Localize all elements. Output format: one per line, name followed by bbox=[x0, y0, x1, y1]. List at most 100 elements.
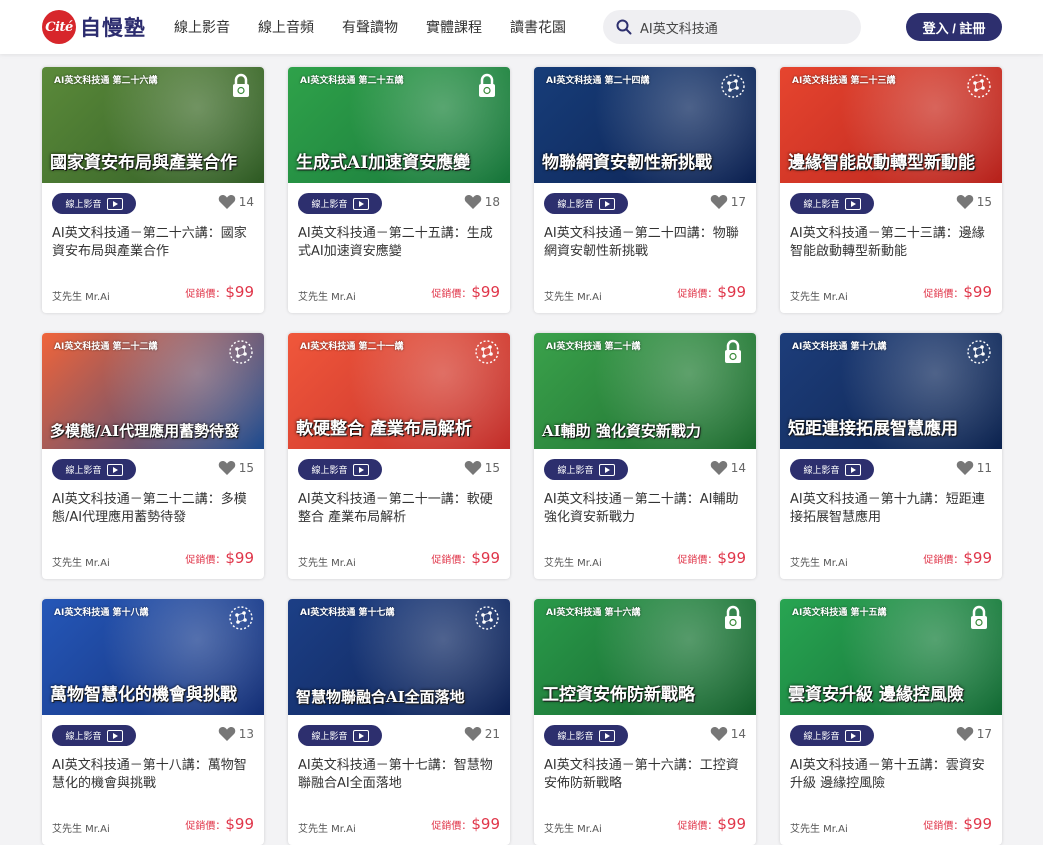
course-title[interactable]: AI英文科技通－第二十一講：軟硬整合 產業布局解析 bbox=[298, 491, 500, 527]
course-author: 艾先生 Mr.Ai bbox=[544, 824, 602, 835]
heart-icon[interactable] bbox=[464, 460, 482, 476]
course-grid: AI英文科技通 第二十六講 國家資安布局與產業合作 線上影音 14 AI英文科技… bbox=[42, 67, 1004, 845]
like-count-number: 15 bbox=[484, 461, 500, 475]
course-title[interactable]: AI英文科技通－第十九講：短距連接拓展智慧應用 bbox=[790, 491, 992, 527]
thumbnail-headline: 萬物智慧化的機會與挑戰 bbox=[50, 685, 237, 706]
heart-icon[interactable] bbox=[218, 460, 236, 476]
like-count[interactable]: 14 bbox=[710, 726, 746, 742]
course-card[interactable]: AI英文科技通 第二十五講 生成式AI加速資安應變 線上影音 18 AI英文科技… bbox=[288, 67, 510, 313]
course-title[interactable]: AI英文科技通－第二十講：AI輔助 強化資安新戰力 bbox=[544, 491, 746, 527]
thumbnail-series-label: AI英文科技通 第十六講 bbox=[546, 608, 641, 618]
thumbnail-headline: AI輔助 強化資安新戰力 bbox=[542, 421, 701, 440]
video-icon bbox=[844, 729, 861, 742]
like-count[interactable]: 17 bbox=[710, 194, 746, 210]
media-type-tag: 線上影音 bbox=[52, 193, 136, 214]
course-title[interactable]: AI英文科技通－第二十六講：國家資安布局與產業合作 bbox=[52, 225, 254, 261]
course-thumbnail[interactable]: AI英文科技通 第二十四講 物聯網資安韌性新挑戰 bbox=[534, 67, 756, 183]
like-count-number: 11 bbox=[976, 461, 992, 475]
video-icon bbox=[106, 729, 123, 742]
course-thumbnail[interactable]: AI英文科技通 第二十講 AI輔助 強化資安新戰力 bbox=[534, 333, 756, 449]
course-title[interactable]: AI英文科技通－第十八講：萬物智慧化的機會與挑戰 bbox=[52, 757, 254, 793]
course-title[interactable]: AI英文科技通－第二十五講：生成式AI加速資安應變 bbox=[298, 225, 500, 261]
like-count[interactable]: 13 bbox=[218, 726, 254, 742]
nav-item-video[interactable]: 線上影音 bbox=[174, 17, 230, 37]
search-icon[interactable] bbox=[616, 19, 632, 35]
course-card[interactable]: AI英文科技通 第十七講 智慧物聯融合AI全面落地 線上影音 21 AI英文科技… bbox=[288, 599, 510, 845]
like-count[interactable]: 11 bbox=[956, 460, 992, 476]
heart-icon[interactable] bbox=[218, 726, 236, 742]
course-card[interactable]: AI英文科技通 第十八講 萬物智慧化的機會與挑戰 線上影音 13 AI英文科技通… bbox=[42, 599, 264, 845]
site-logo[interactable]: Cité 自慢塾 bbox=[42, 10, 146, 44]
thumbnail-series-label: AI英文科技通 第二十六講 bbox=[54, 76, 158, 86]
course-price: 促銷價：$99 bbox=[185, 283, 254, 301]
site-header: Cité 自慢塾 線上影音 線上音頻 有聲讀物 實體課程 讀書花園 登入 / 註… bbox=[0, 0, 1043, 54]
nav-item-reading-garden[interactable]: 讀書花園 bbox=[510, 17, 566, 37]
nav-item-course[interactable]: 實體課程 bbox=[426, 17, 482, 37]
course-title[interactable]: AI英文科技通－第二十二講：多模態/AI代理應用蓄勢待發 bbox=[52, 491, 254, 527]
course-thumbnail[interactable]: AI英文科技通 第十六講 工控資安佈防新戰略 bbox=[534, 599, 756, 715]
heart-icon[interactable] bbox=[956, 726, 974, 742]
like-count[interactable]: 14 bbox=[218, 194, 254, 210]
course-thumbnail[interactable]: AI英文科技通 第二十六講 國家資安布局與產業合作 bbox=[42, 67, 264, 183]
lock-fingerprint-icon bbox=[233, 73, 249, 97]
course-title[interactable]: AI英文科技通－第十五講：雲資安升級 邊緣控風險 bbox=[790, 757, 992, 793]
media-type-label: 線上影音 bbox=[557, 466, 594, 476]
heart-icon[interactable] bbox=[218, 194, 236, 210]
like-count[interactable]: 15 bbox=[464, 460, 500, 476]
course-title[interactable]: AI英文科技通－第十七講：智慧物聯融合AI全面落地 bbox=[298, 757, 500, 793]
course-card[interactable]: AI英文科技通 第十九講 短距連接拓展智慧應用 線上影音 11 AI英文科技通－… bbox=[780, 333, 1002, 579]
course-card[interactable]: AI英文科技通 第二十一講 軟硬整合 產業布局解析 線上影音 15 AI英文科技… bbox=[288, 333, 510, 579]
heart-icon[interactable] bbox=[464, 726, 482, 742]
heart-icon[interactable] bbox=[710, 726, 728, 742]
media-type-tag: 線上影音 bbox=[790, 725, 874, 746]
heart-icon[interactable] bbox=[710, 194, 728, 210]
like-count[interactable]: 18 bbox=[464, 194, 500, 210]
course-card[interactable]: AI英文科技通 第二十講 AI輔助 強化資安新戰力 線上影音 14 AI英文科技… bbox=[534, 333, 756, 579]
thumbnail-series-label: AI英文科技通 第二十四講 bbox=[546, 76, 650, 86]
like-count[interactable]: 17 bbox=[956, 726, 992, 742]
nav-item-audiobook[interactable]: 有聲讀物 bbox=[342, 17, 398, 37]
heart-icon[interactable] bbox=[710, 460, 728, 476]
like-count[interactable]: 14 bbox=[710, 460, 746, 476]
course-thumbnail[interactable]: AI英文科技通 第二十三講 邊緣智能啟動轉型新動能 bbox=[780, 67, 1002, 183]
heart-icon[interactable] bbox=[956, 194, 974, 210]
network-head-icon bbox=[229, 340, 253, 364]
media-type-label: 線上影音 bbox=[557, 200, 594, 210]
course-thumbnail[interactable]: AI英文科技通 第十八講 萬物智慧化的機會與挑戰 bbox=[42, 599, 264, 715]
course-card[interactable]: AI英文科技通 第二十三講 邊緣智能啟動轉型新動能 線上影音 15 AI英文科技… bbox=[780, 67, 1002, 313]
course-thumbnail[interactable]: AI英文科技通 第二十一講 軟硬整合 產業布局解析 bbox=[288, 333, 510, 449]
course-card[interactable]: AI英文科技通 第二十二講 多模態/AI代理應用蓄勢待發 線上影音 15 AI英… bbox=[42, 333, 264, 579]
like-count[interactable]: 15 bbox=[218, 460, 254, 476]
nav-item-audio[interactable]: 線上音頻 bbox=[258, 17, 314, 37]
media-type-label: 線上影音 bbox=[311, 466, 348, 476]
course-title[interactable]: AI英文科技通－第二十三講：邊緣智能啟動轉型新動能 bbox=[790, 225, 992, 261]
price-value: $99 bbox=[225, 283, 254, 301]
price-value: $99 bbox=[471, 549, 500, 567]
price-label: 促銷價： bbox=[923, 289, 964, 300]
course-thumbnail[interactable]: AI英文科技通 第二十二講 多模態/AI代理應用蓄勢待發 bbox=[42, 333, 264, 449]
course-title[interactable]: AI英文科技通－第二十四講：物聯網資安韌性新挑戰 bbox=[544, 225, 746, 261]
course-author: 艾先生 Mr.Ai bbox=[52, 292, 110, 303]
search-input[interactable] bbox=[638, 18, 842, 36]
course-author: 艾先生 Mr.Ai bbox=[544, 292, 602, 303]
course-card[interactable]: AI英文科技通 第十五講 雲資安升級 邊緣控風險 線上影音 17 AI英文科技通… bbox=[780, 599, 1002, 845]
thumbnail-headline: 國家資安布局與產業合作 bbox=[50, 153, 237, 174]
course-card[interactable]: AI英文科技通 第十六講 工控資安佈防新戰略 線上影音 14 AI英文科技通－第… bbox=[534, 599, 756, 845]
like-count[interactable]: 21 bbox=[464, 726, 500, 742]
course-card[interactable]: AI英文科技通 第二十四講 物聯網資安韌性新挑戰 線上影音 17 AI英文科技通… bbox=[534, 67, 756, 313]
course-thumbnail[interactable]: AI英文科技通 第二十五講 生成式AI加速資安應變 bbox=[288, 67, 510, 183]
like-count[interactable]: 15 bbox=[956, 194, 992, 210]
like-count-number: 21 bbox=[484, 727, 500, 741]
course-thumbnail[interactable]: AI英文科技通 第十五講 雲資安升級 邊緣控風險 bbox=[780, 599, 1002, 715]
course-thumbnail[interactable]: AI英文科技通 第十七講 智慧物聯融合AI全面落地 bbox=[288, 599, 510, 715]
course-thumbnail[interactable]: AI英文科技通 第十九講 短距連接拓展智慧應用 bbox=[780, 333, 1002, 449]
course-card[interactable]: AI英文科技通 第二十六講 國家資安布局與產業合作 線上影音 14 AI英文科技… bbox=[42, 67, 264, 313]
price-label: 促銷價： bbox=[677, 821, 718, 832]
heart-icon[interactable] bbox=[956, 460, 974, 476]
heart-icon[interactable] bbox=[464, 194, 482, 210]
media-type-label: 線上影音 bbox=[803, 200, 840, 210]
login-register-button[interactable]: 登入 / 註冊 bbox=[906, 13, 1002, 41]
course-author: 艾先生 Mr.Ai bbox=[52, 558, 110, 569]
video-icon bbox=[844, 463, 861, 476]
course-title[interactable]: AI英文科技通－第十六講：工控資安佈防新戰略 bbox=[544, 757, 746, 793]
